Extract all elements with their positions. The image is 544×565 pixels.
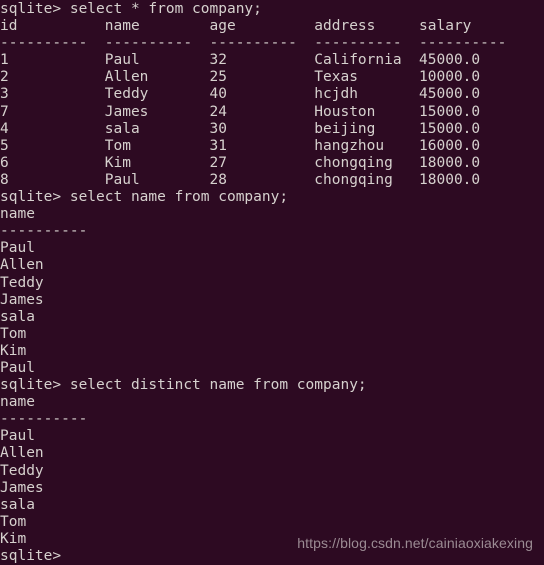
terminal-output-line: Allen	[0, 445, 44, 462]
terminal-prompt-line: sqlite> select * from company;	[0, 1, 262, 17]
terminal-output-line: 2 Allen 25 Texas 10000.0	[0, 69, 481, 86]
terminal-output-line: 5 Tom 31 hangzhou 16000.0	[0, 137, 481, 154]
terminal-output-line: 3 Teddy 40 hcjdh 45000.0	[0, 86, 481, 103]
terminal-output-line: 6 Kim 27 chongqing 18000.0	[0, 154, 481, 171]
terminal-window[interactable]: sqlite> select * from company; id name ag…	[0, 0, 544, 565]
terminal-output-line: Paul	[0, 359, 35, 376]
terminal-output-line: James	[0, 291, 44, 308]
terminal-output-line: name	[0, 394, 35, 411]
terminal-output-line: id name age address salary	[0, 18, 472, 35]
terminal-output-line: 1 Paul 32 California 45000.0	[0, 52, 481, 69]
terminal-prompt-line: sqlite> select name from company;	[0, 189, 289, 206]
terminal-output-line: Paul	[0, 240, 35, 257]
terminal-output-line: Kim	[0, 342, 27, 359]
terminal-output-line: 4 sala 30 beijing 15000.0	[0, 120, 481, 137]
terminal-output-line: Tom	[0, 325, 27, 342]
terminal-output-line: ----------	[0, 223, 88, 240]
terminal-output-line: Teddy	[0, 274, 44, 291]
terminal-output-line: Tom	[0, 513, 27, 530]
watermark-text: https://blog.csdn.net/cainiaoxiakexing	[297, 535, 533, 551]
terminal-output-area[interactable]: sqlite> select * from company; id name ag…	[0, 0, 506, 565]
terminal-output-line: James	[0, 479, 44, 496]
terminal-output-line: Teddy	[0, 462, 44, 479]
terminal-output-line: sala	[0, 496, 35, 513]
terminal-output-line: ----------	[0, 411, 88, 428]
terminal-prompt-line: sqlite> select distinct name from compan…	[0, 377, 367, 394]
terminal-output-line: ---------- ---------- ---------- -------…	[0, 35, 507, 52]
terminal-output-line: 7 James 24 Houston 15000.0	[0, 103, 481, 120]
terminal-output-line: name	[0, 206, 35, 223]
terminal-output-line: sala	[0, 308, 35, 325]
terminal-output-line: Paul	[0, 428, 35, 445]
terminal-output-line: 8 Paul 28 chongqing 18000.0	[0, 171, 481, 188]
terminal-output-line: Allen	[0, 257, 44, 274]
